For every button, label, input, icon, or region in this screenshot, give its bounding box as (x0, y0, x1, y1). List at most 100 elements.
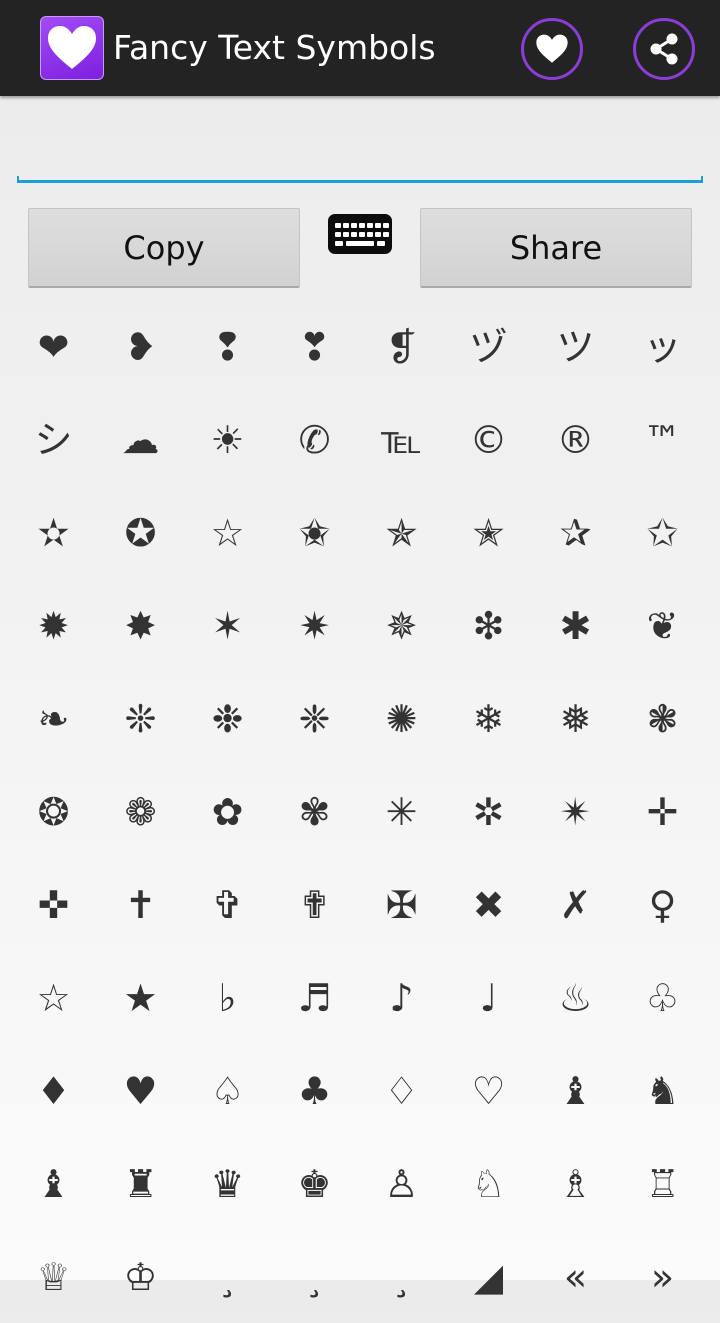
app-bar: Fancy Text Symbols (0, 0, 720, 96)
symbol-cell[interactable]: ✪ (97, 486, 184, 579)
symbol-cell[interactable]: ♨ (532, 951, 619, 1044)
symbol-text-input[interactable] (18, 108, 702, 176)
share-icon (650, 33, 678, 65)
symbol-cell[interactable]: ♣ (271, 1044, 358, 1137)
symbol-cell[interactable]: ✝ (97, 858, 184, 951)
symbol-cell[interactable]: ✱ (532, 579, 619, 672)
symbol-cell[interactable]: ❈ (271, 672, 358, 765)
symbol-cell[interactable]: ♛ (184, 1137, 271, 1230)
symbol-cell[interactable]: ✫ (10, 486, 97, 579)
symbol-cell[interactable]: ✯ (358, 486, 445, 579)
symbol-cell[interactable]: ッ (619, 300, 706, 393)
symbol-cell[interactable]: ♕ (10, 1230, 97, 1323)
symbol-cell[interactable]: ❉ (184, 672, 271, 765)
keyboard-icon[interactable] (328, 214, 392, 254)
symbol-cell[interactable]: ® (532, 393, 619, 486)
symbol-cell[interactable]: ™ (619, 393, 706, 486)
symbol-cell[interactable]: ♥ (97, 1044, 184, 1137)
symbol-cell[interactable]: ♧ (619, 951, 706, 1044)
symbol-cell[interactable]: ❤ (10, 300, 97, 393)
symbol-cell[interactable]: ✿ (184, 765, 271, 858)
symbol-cell[interactable]: ♢ (358, 1044, 445, 1137)
symbol-cell[interactable]: ✛ (619, 765, 706, 858)
symbol-cell[interactable]: ♭ (184, 951, 271, 1044)
symbol-cell[interactable]: ❇ (445, 579, 532, 672)
symbol-cell[interactable]: ♞ (619, 1044, 706, 1137)
symbol-cell[interactable]: ♤ (184, 1044, 271, 1137)
symbol-cell[interactable]: ℡ (358, 393, 445, 486)
symbol-cell[interactable]: ♜ (97, 1137, 184, 1230)
symbol-cell[interactable]: ヅ (445, 300, 532, 393)
symbol-cell[interactable]: ¸ (358, 1230, 445, 1323)
symbol-cell[interactable]: ❢ (184, 300, 271, 393)
symbol-cell[interactable]: ★ (97, 951, 184, 1044)
symbol-cell[interactable]: ✵ (358, 579, 445, 672)
symbol-cell[interactable]: ♖ (619, 1137, 706, 1230)
symbol-cell[interactable]: ✗ (532, 858, 619, 951)
symbol-cell[interactable]: ☁ (97, 393, 184, 486)
symbol-cell[interactable]: ❃ (619, 672, 706, 765)
symbol-cell[interactable]: ✞ (184, 858, 271, 951)
heart-icon (40, 16, 104, 80)
symbol-cell[interactable]: ♦ (10, 1044, 97, 1137)
symbol-cell[interactable]: ♩ (445, 951, 532, 1044)
symbol-cell[interactable]: © (445, 393, 532, 486)
symbol-cell[interactable]: ✹ (10, 579, 97, 672)
symbol-cell[interactable]: ♚ (271, 1137, 358, 1230)
symbol-cell[interactable]: ♗ (532, 1137, 619, 1230)
symbol-cell[interactable]: ¸ (271, 1230, 358, 1323)
symbol-cell[interactable]: « (532, 1230, 619, 1323)
symbol-cell[interactable]: ❥ (97, 300, 184, 393)
copy-button[interactable]: Copy (28, 208, 300, 288)
symbol-cell[interactable]: ❂ (10, 765, 97, 858)
symbol-cell[interactable]: ✠ (358, 858, 445, 951)
symbol-cell[interactable]: ✺ (358, 672, 445, 765)
symbol-cell[interactable]: ✷ (271, 579, 358, 672)
symbol-cell[interactable]: ❄ (445, 672, 532, 765)
symbol-cell[interactable]: ♀ (619, 858, 706, 951)
app-title: Fancy Text Symbols (113, 28, 436, 67)
symbol-cell[interactable]: ❦ (619, 579, 706, 672)
symbol-cell[interactable]: ✸ (97, 579, 184, 672)
symbol-cell[interactable]: ❧ (10, 672, 97, 765)
favorite-heart-icon (536, 34, 568, 63)
symbol-cell[interactable]: ♪ (358, 951, 445, 1044)
share-app-button[interactable] (633, 18, 695, 80)
symbol-cell[interactable]: ❊ (97, 672, 184, 765)
symbol-cell[interactable]: ❡ (358, 300, 445, 393)
symbol-cell[interactable]: ♝ (532, 1044, 619, 1137)
symbol-cell[interactable]: ¸ (184, 1230, 271, 1323)
share-button[interactable]: Share (420, 208, 692, 288)
symbol-cell[interactable]: ❁ (97, 765, 184, 858)
symbol-cell[interactable]: ✟ (271, 858, 358, 951)
symbol-cell[interactable]: ♔ (97, 1230, 184, 1323)
symbol-cell[interactable]: ✲ (445, 765, 532, 858)
symbol-cell[interactable]: ♡ (445, 1044, 532, 1137)
symbol-cell[interactable]: ✭ (445, 486, 532, 579)
symbol-cell[interactable]: ♙ (358, 1137, 445, 1230)
symbol-cell[interactable]: » (619, 1230, 706, 1323)
symbol-cell[interactable]: ❅ (532, 672, 619, 765)
symbol-cell[interactable]: ♬ (271, 951, 358, 1044)
symbol-cell[interactable]: ✜ (10, 858, 97, 951)
symbol-cell[interactable]: ✶ (184, 579, 271, 672)
symbol-cell[interactable]: ☆ (10, 951, 97, 1044)
symbol-cell[interactable]: ◢ (445, 1230, 532, 1323)
symbol-cell[interactable]: ✰ (532, 486, 619, 579)
symbol-cell[interactable]: ✖ (445, 858, 532, 951)
symbol-cell[interactable]: ✆ (271, 393, 358, 486)
symbol-cell[interactable]: ♘ (445, 1137, 532, 1230)
symbol-cell[interactable]: シ (10, 393, 97, 486)
symbol-cell[interactable]: ✾ (271, 765, 358, 858)
favorite-button[interactable] (521, 18, 583, 80)
symbol-cell[interactable]: ツ (532, 300, 619, 393)
symbol-cell[interactable]: ☀ (184, 393, 271, 486)
symbol-cell[interactable]: ♝ (10, 1137, 97, 1230)
symbol-cell[interactable]: ☆ (184, 486, 271, 579)
symbol-cell[interactable]: ❣ (271, 300, 358, 393)
app-logo-heart (48, 26, 96, 69)
symbol-cell[interactable]: ✬ (271, 486, 358, 579)
symbol-cell[interactable]: ✳ (358, 765, 445, 858)
symbol-cell[interactable]: ✩ (619, 486, 706, 579)
symbol-cell[interactable]: ✴ (532, 765, 619, 858)
